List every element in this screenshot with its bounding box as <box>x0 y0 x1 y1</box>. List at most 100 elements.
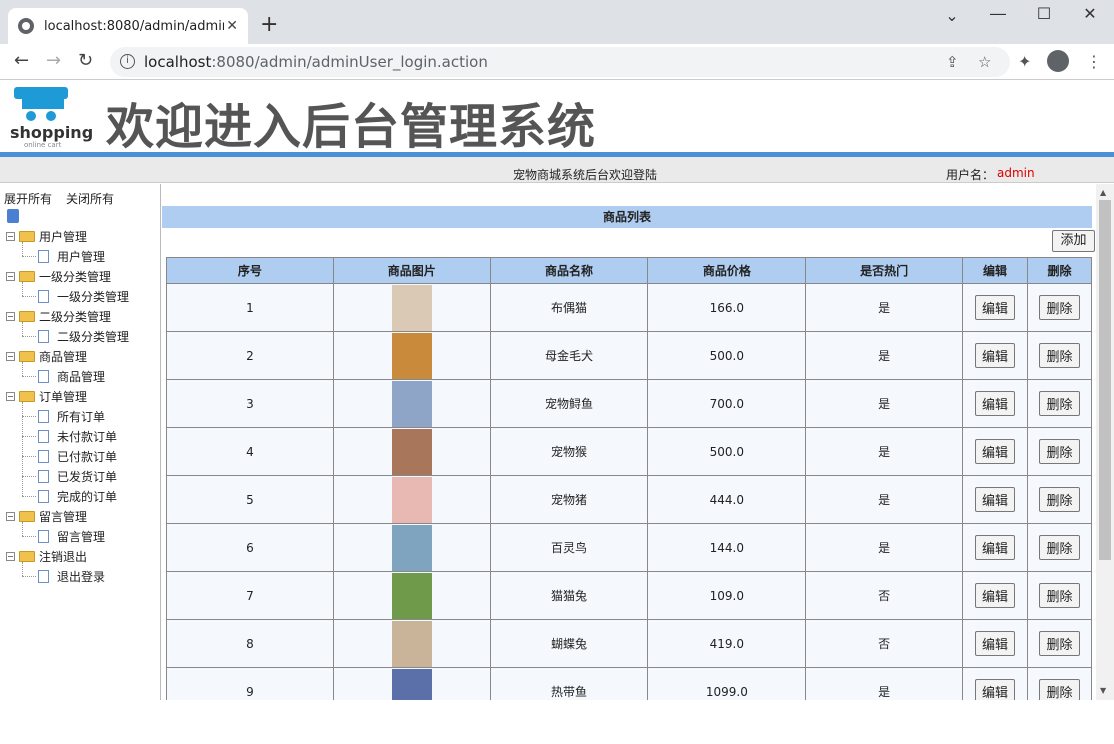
tree-group[interactable]: − 注销退出 <box>6 546 87 566</box>
profile-icon[interactable] <box>1047 50 1069 72</box>
sidebar-item[interactable]: 退出登录 <box>38 566 105 586</box>
edit-cell: 编辑 <box>962 283 1028 332</box>
sidebar-item[interactable]: 所有订单 <box>38 406 105 426</box>
edit-button[interactable]: 编辑 <box>975 439 1016 464</box>
sidebar-item[interactable]: 完成的订单 <box>38 486 117 506</box>
page-icon <box>38 569 49 583</box>
delete-button[interactable]: 删除 <box>1039 583 1080 608</box>
edit-button[interactable]: 编辑 <box>975 487 1016 512</box>
collapse-icon[interactable]: − <box>6 511 15 521</box>
sidebar-item[interactable]: 二级分类管理 <box>38 326 129 346</box>
folder-icon <box>19 350 35 362</box>
product-price: 419.0 <box>647 619 807 668</box>
edit-button[interactable]: 编辑 <box>975 679 1016 700</box>
row-id: 8 <box>166 619 334 668</box>
minimize-button[interactable]: ― <box>983 4 1013 23</box>
url-host: localhost <box>144 53 212 71</box>
page-icon <box>38 449 49 463</box>
tab-title: localhost:8080/admin/adminU <box>44 18 224 34</box>
tree-group[interactable]: − 商品管理 <box>6 346 87 366</box>
sidebar-item-label: 已付款订单 <box>57 449 118 464</box>
close-window-button[interactable]: ✕ <box>1075 4 1105 23</box>
collapse-icon[interactable]: − <box>6 551 15 561</box>
chevron-down-icon[interactable]: ⌄ <box>937 6 967 25</box>
row-id: 7 <box>166 571 334 620</box>
expand-all-link[interactable]: 展开所有 <box>4 190 52 207</box>
delete-button[interactable]: 删除 <box>1039 343 1080 368</box>
list-title: 商品列表 <box>162 206 1092 228</box>
menu-icon[interactable]: ⋮ <box>1086 52 1102 71</box>
close-tab-icon[interactable]: ✕ <box>226 18 238 34</box>
tree-group[interactable]: − 订单管理 <box>6 386 87 406</box>
collapse-all-link[interactable]: 关闭所有 <box>66 190 114 207</box>
sidebar-item[interactable]: 一级分类管理 <box>38 286 129 306</box>
sidebar-item-label: 已发货订单 <box>57 469 118 484</box>
sidebar-item-label: 用户管理 <box>57 249 106 264</box>
browser-tab[interactable]: localhost:8080/admin/adminU ✕ <box>8 8 248 44</box>
back-icon[interactable]: ← <box>14 50 29 71</box>
sidebar-item[interactable]: 已发货订单 <box>38 466 117 486</box>
collapse-icon[interactable]: − <box>6 271 15 281</box>
collapse-icon[interactable]: − <box>6 311 15 321</box>
column-header: 删除 <box>1027 257 1092 284</box>
extensions-icon[interactable]: ✦ <box>1018 52 1031 71</box>
product-name: 猫猫兔 <box>489 571 649 620</box>
sidebar-item-label: 退出登录 <box>57 569 106 584</box>
delete-button[interactable]: 删除 <box>1039 631 1080 656</box>
page-header: shopping online cart 欢迎进入后台管理系统 <box>0 81 1114 155</box>
edit-button[interactable]: 编辑 <box>975 391 1016 416</box>
sidebar-item[interactable]: 商品管理 <box>38 366 105 386</box>
product-name: 百灵鸟 <box>489 523 649 572</box>
collapse-icon[interactable]: − <box>6 391 15 401</box>
table-row: 4 宠物猴 500.0 是编辑 删除 <box>166 427 1092 476</box>
delete-button[interactable]: 删除 <box>1039 487 1080 512</box>
tree-group-label: 注销退出 <box>39 549 88 564</box>
collapse-icon[interactable]: − <box>6 231 15 241</box>
delete-cell: 删除 <box>1027 619 1092 668</box>
column-header: 商品图片 <box>332 257 491 284</box>
new-tab-button[interactable]: + <box>260 12 278 37</box>
edit-button[interactable]: 编辑 <box>975 631 1016 656</box>
star-icon[interactable]: ☆ <box>978 53 991 71</box>
scroll-down-icon[interactable]: ▼ <box>1100 686 1106 695</box>
delete-button[interactable]: 删除 <box>1039 679 1080 700</box>
product-price: 444.0 <box>647 475 807 524</box>
sidebar-item[interactable]: 已付款订单 <box>38 446 117 466</box>
scroll-thumb[interactable] <box>1099 200 1111 560</box>
reload-icon[interactable]: ↻ <box>78 50 93 71</box>
address-bar[interactable]: i localhost:8080/admin/adminUser_login.a… <box>110 47 1010 77</box>
share-icon[interactable]: ⇪ <box>946 53 959 71</box>
row-id: 9 <box>166 667 334 700</box>
edit-button[interactable]: 编辑 <box>975 343 1016 368</box>
logo-subtext: online cart <box>24 141 62 149</box>
tree-group-label: 订单管理 <box>39 389 88 404</box>
product-table: 序号 商品图片 商品名称 商品价格 是否热门 编辑 删除 1 布偶猫 166.0 是编… <box>166 257 1092 700</box>
delete-button[interactable]: 删除 <box>1039 295 1080 320</box>
maximize-button[interactable]: ☐ <box>1029 4 1059 23</box>
forward-icon[interactable]: → <box>46 50 61 71</box>
edit-cell: 编辑 <box>962 475 1028 524</box>
sidebar-item[interactable]: 留言管理 <box>38 526 105 546</box>
scroll-up-icon[interactable]: ▲ <box>1100 188 1106 197</box>
delete-button[interactable]: 删除 <box>1039 391 1080 416</box>
add-button[interactable]: 添加 <box>1052 230 1095 252</box>
scrollbar[interactable]: ▲ ▼ <box>1096 184 1114 700</box>
edit-button[interactable]: 编辑 <box>975 295 1016 320</box>
delete-button[interactable]: 删除 <box>1039 439 1080 464</box>
url-path: :8080/admin/adminUser_login.action <box>211 53 488 71</box>
collapse-icon[interactable]: − <box>6 351 15 361</box>
tree-group[interactable]: − 留言管理 <box>6 506 87 526</box>
product-image <box>391 332 432 379</box>
column-header: 是否热门 <box>805 257 964 284</box>
tree-group[interactable]: − 用户管理 <box>6 226 87 246</box>
page-icon <box>38 289 49 303</box>
product-image <box>391 572 432 619</box>
product-price: 144.0 <box>647 523 807 572</box>
edit-button[interactable]: 编辑 <box>975 535 1016 560</box>
delete-button[interactable]: 删除 <box>1039 535 1080 560</box>
sidebar-item[interactable]: 用户管理 <box>38 246 105 266</box>
edit-button[interactable]: 编辑 <box>975 583 1016 608</box>
sidebar-item-label: 商品管理 <box>57 369 106 384</box>
info-icon[interactable]: i <box>120 54 135 69</box>
sidebar-item[interactable]: 未付款订单 <box>38 426 117 446</box>
